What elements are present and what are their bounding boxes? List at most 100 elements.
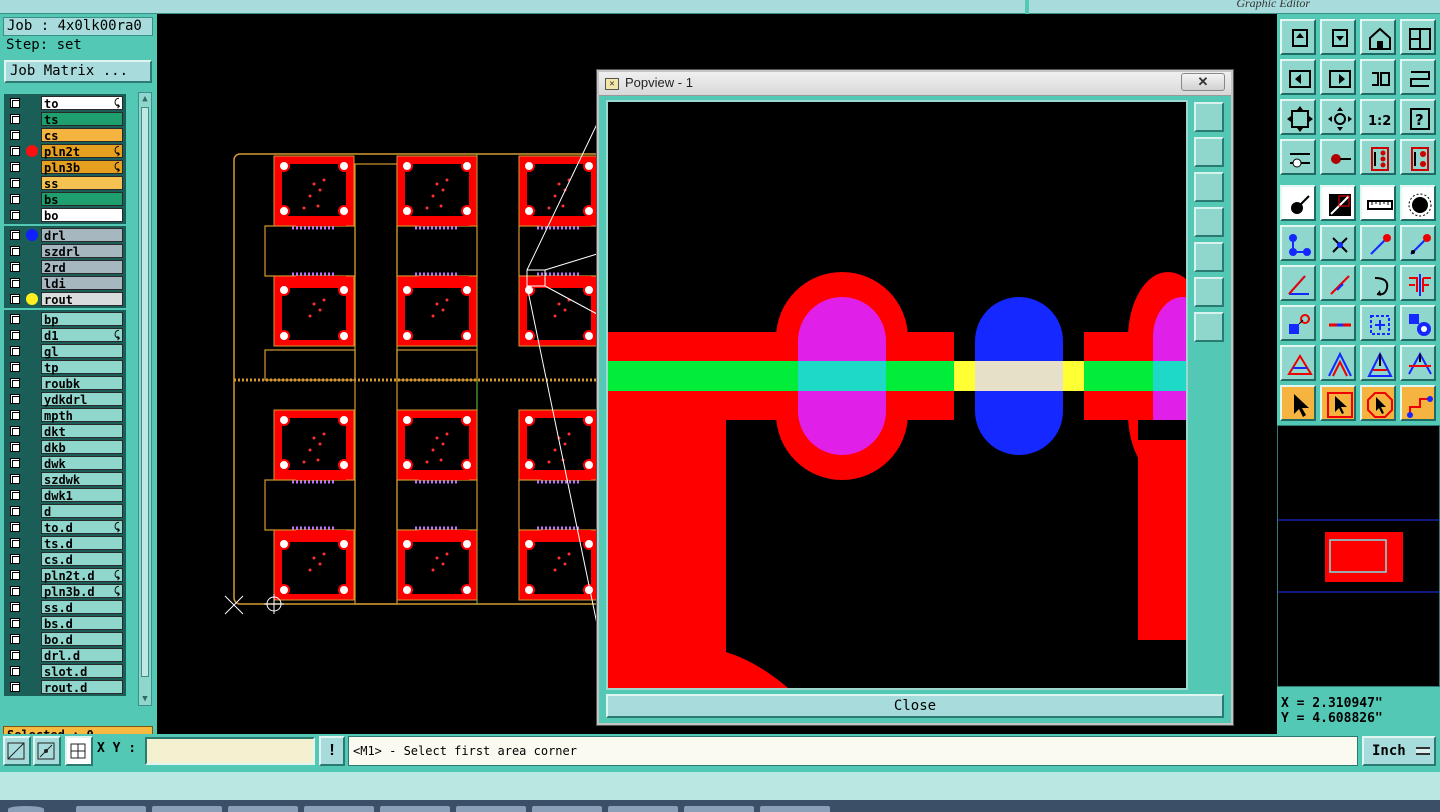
layer-checkbox[interactable] [10, 246, 20, 256]
layer-checkbox[interactable] [10, 570, 20, 580]
layer-name[interactable]: 2rd [41, 260, 123, 275]
taskbar-item[interactable] [684, 806, 754, 812]
grid-snap-icon[interactable] [65, 736, 93, 766]
scroll-down-icon[interactable]: ▼ [140, 694, 150, 704]
layer-name[interactable]: cs [41, 128, 123, 143]
add-pad-icon[interactable] [1280, 185, 1316, 221]
layer-checkbox[interactable] [10, 618, 20, 628]
layer-name[interactable]: ldi [41, 276, 123, 291]
pointer-octagon-icon[interactable] [1360, 385, 1396, 421]
layer-row-pln2t-d[interactable]: pln2t.d ⤹ [4, 567, 126, 583]
layer-name[interactable]: pln3b.d ⤹ [41, 584, 123, 599]
layer-row-2rd[interactable]: 2rd [4, 259, 126, 275]
layer-name[interactable]: ydkdrl [41, 392, 123, 407]
layer-checkbox[interactable] [10, 426, 20, 436]
home-icon[interactable] [1360, 19, 1396, 55]
layer-checkbox[interactable] [10, 330, 20, 340]
layer-name[interactable]: szdwk [41, 472, 123, 487]
measure-icon[interactable] [33, 736, 61, 766]
pad-snap-icon[interactable] [1280, 305, 1316, 341]
layer-list-scrollbar[interactable]: ▲ ▼ [138, 92, 152, 706]
layer-name[interactable]: rout.d [41, 680, 123, 695]
layer-checkbox[interactable] [10, 146, 20, 156]
layer-stack-icon[interactable] [1360, 139, 1396, 175]
layer-name[interactable]: d [41, 504, 123, 519]
layer-checkbox[interactable] [10, 278, 20, 288]
layer-checkbox[interactable] [10, 666, 20, 676]
triangle-up-icon[interactable] [1320, 345, 1356, 381]
layer-row-ss[interactable]: ss [4, 175, 126, 191]
triangle-a2-icon[interactable] [1360, 345, 1396, 381]
taskbar-item[interactable] [760, 806, 830, 812]
layer-row-slot-d[interactable]: slot.d [4, 663, 126, 679]
layer-row-ts-d[interactable]: ts.d [4, 535, 126, 551]
layer-row-to-d[interactable]: to.d ⤹ [4, 519, 126, 535]
layer-checkbox[interactable] [10, 294, 20, 304]
snapshot-up-icon[interactable] [1280, 19, 1316, 55]
layer-row-to[interactable]: to ⤹ [4, 95, 126, 111]
layer-checkbox[interactable] [10, 506, 20, 516]
layer-checkbox[interactable] [10, 98, 20, 108]
layer-checkbox[interactable] [10, 130, 20, 140]
layer-row-cs[interactable]: cs [4, 127, 126, 143]
angle-icon[interactable] [1280, 265, 1316, 301]
warning-button[interactable]: ! [319, 736, 345, 766]
layer-checkbox[interactable] [10, 474, 20, 484]
shapes-icon[interactable] [1400, 305, 1436, 341]
layer-row-ts[interactable]: ts [4, 111, 126, 127]
layer-row-bs[interactable]: bs [4, 191, 126, 207]
triangle-a-icon[interactable] [1280, 345, 1316, 381]
taskbar-item[interactable] [76, 806, 146, 812]
snap-icon[interactable] [3, 736, 31, 766]
zoom-in-icon[interactable] [1194, 137, 1224, 167]
scale-1-2-icon[interactable]: 1:2 [1360, 99, 1396, 135]
taskbar-item[interactable] [304, 806, 374, 812]
layer-row-ydkdrl[interactable]: ydkdrl [4, 391, 126, 407]
layer-row-dwk1[interactable]: dwk1 [4, 487, 126, 503]
layer-name[interactable]: mpth [41, 408, 123, 423]
nodes-icon[interactable] [1280, 225, 1316, 261]
taskbar-item[interactable] [532, 806, 602, 812]
layer-row-szdwk[interactable]: szdwk [4, 471, 126, 487]
layer-row-szdrl[interactable]: szdrl [4, 243, 126, 259]
layer-name[interactable]: ss.d [41, 600, 123, 615]
help-icon[interactable]: ? [1400, 99, 1436, 135]
taskbar-item[interactable] [228, 806, 298, 812]
layer-checkbox[interactable] [10, 178, 20, 188]
pan-right-icon[interactable] [1194, 242, 1224, 272]
layer-checkbox[interactable] [10, 682, 20, 692]
layer-checkbox[interactable] [10, 194, 20, 204]
layer-row-bs-d[interactable]: bs.d [4, 615, 126, 631]
popview-window[interactable]: ✕ Popview - 1 ✕ Close [597, 70, 1233, 725]
flip-icon[interactable] [1400, 265, 1436, 301]
layer-checkbox[interactable] [10, 114, 20, 124]
layer-row-drl[interactable]: drl [4, 227, 126, 243]
layer-row-pln3b-d[interactable]: pln3b.d ⤹ [4, 583, 126, 599]
pan-left-icon[interactable] [1280, 59, 1316, 95]
layer-checkbox[interactable] [10, 602, 20, 612]
settings-icon[interactable] [1280, 139, 1316, 175]
circle-icon[interactable] [1400, 185, 1436, 221]
layer-name[interactable]: drl.d [41, 648, 123, 663]
layer-name[interactable]: dwk [41, 456, 123, 471]
layer-checkbox[interactable] [10, 314, 20, 324]
triangle-a3-icon[interactable] [1400, 345, 1436, 381]
snapshot-down-icon[interactable] [1320, 19, 1356, 55]
layer-checkbox[interactable] [10, 162, 20, 172]
layer-checkbox[interactable] [10, 410, 20, 420]
minus-icon[interactable] [1320, 305, 1356, 341]
layer-name[interactable]: roubk [41, 376, 123, 391]
start-button[interactable] [8, 806, 44, 812]
layer-name[interactable]: bo [41, 208, 123, 223]
layer-row-drl-d[interactable]: drl.d [4, 647, 126, 663]
layer-display-dot-icon[interactable] [26, 293, 38, 305]
layer-row-pln3b[interactable]: pln3b ⤹ [4, 159, 126, 175]
layer-row-roubk[interactable]: roubk [4, 375, 126, 391]
grid-box-icon[interactable] [1360, 305, 1396, 341]
layer-name[interactable]: bo.d [41, 632, 123, 647]
layer-row-pln2t[interactable]: pln2t ⤹ [4, 143, 126, 159]
layer-checkbox[interactable] [10, 210, 20, 220]
scroll-up-icon[interactable]: ▲ [140, 94, 150, 104]
layer-checkbox[interactable] [10, 634, 20, 644]
layer-checkbox[interactable] [10, 522, 20, 532]
